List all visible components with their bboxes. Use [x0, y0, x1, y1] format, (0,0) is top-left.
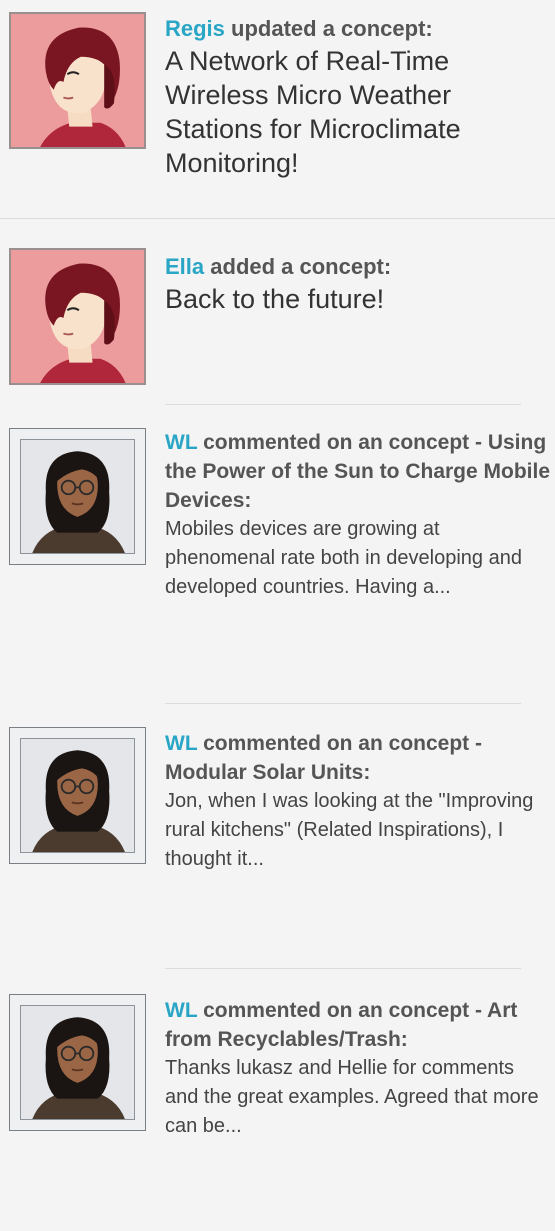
- avatar[interactable]: [9, 727, 146, 864]
- username-link[interactable]: Ella: [165, 254, 204, 279]
- username-link[interactable]: Regis: [165, 16, 225, 41]
- activity-action[interactable]: commented on an concept - Using the Powe…: [165, 431, 550, 512]
- avatar[interactable]: [9, 248, 146, 385]
- divider: [165, 703, 521, 704]
- divider: [165, 968, 521, 969]
- activity-action: added a concept:: [210, 254, 392, 279]
- user-avatar-icon: [11, 14, 144, 147]
- username-link[interactable]: WL: [165, 999, 197, 1022]
- activity-headline: Regis updated a concept:: [165, 14, 550, 43]
- comment-excerpt: Jon, when I was looking at the "Improvin…: [165, 790, 534, 870]
- concept-title-link[interactable]: A Network of Real-Time Wireless Micro We…: [165, 44, 550, 180]
- activity-action[interactable]: commented on an concept - Modular Solar …: [165, 732, 482, 784]
- user-avatar-icon: [11, 250, 144, 383]
- avatar[interactable]: [9, 12, 146, 149]
- user-avatar-icon: [21, 440, 134, 553]
- username-link[interactable]: WL: [165, 431, 197, 454]
- user-avatar-icon: [21, 1006, 134, 1119]
- activity-feed: Regis updated a concept: A Network of Re…: [0, 0, 555, 1231]
- divider: [0, 218, 555, 219]
- username-link[interactable]: WL: [165, 732, 197, 755]
- comment-excerpt: Mobiles devices are growing at phenomena…: [165, 518, 522, 598]
- activity-headline: WL commented on an concept - Using the P…: [165, 428, 550, 515]
- avatar[interactable]: [9, 994, 146, 1131]
- activity-action[interactable]: commented on an concept - Art from Recyc…: [165, 999, 517, 1051]
- activity-headline: WL commented on an concept - Art from Re…: [165, 996, 550, 1054]
- user-avatar-icon: [21, 739, 134, 852]
- activity-headline: WL commented on an concept - Modular Sol…: [165, 729, 550, 787]
- activity-headline: Ella added a concept:: [165, 252, 550, 281]
- activity-action: updated a concept:: [231, 16, 433, 41]
- avatar[interactable]: [9, 428, 146, 565]
- divider: [165, 404, 521, 405]
- concept-title-link[interactable]: Back to the future!: [165, 282, 550, 316]
- comment-excerpt: Thanks lukasz and Hellie for comments an…: [165, 1057, 539, 1137]
